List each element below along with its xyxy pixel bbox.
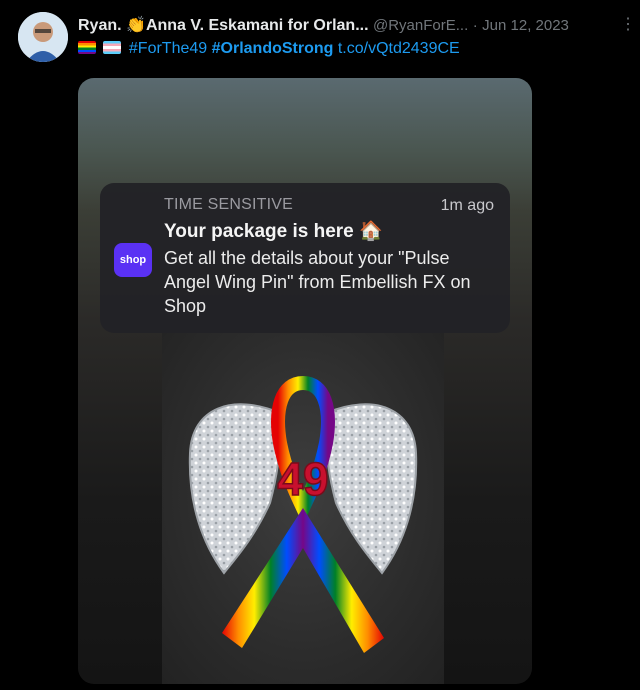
angel-wing-pin-image: 49 (188, 375, 418, 653)
tweet-date[interactable]: Jun 12, 2023 (482, 17, 569, 34)
notification-label: TIME SENSITIVE (164, 196, 294, 213)
author-handle[interactable]: @RyanForE... (373, 17, 468, 34)
more-icon[interactable]: ⋮ (620, 14, 636, 34)
notification-body: Get all the details about your "Pulse An… (164, 248, 471, 316)
notification-time: 1m ago (440, 197, 494, 214)
rainbow-flag-icon (78, 41, 96, 54)
pin-photo: 49 (162, 333, 444, 684)
author-name[interactable]: Ryan. 👏Anna V. Eskamani for Orlan... (78, 17, 369, 34)
tweet-text: #ForThe49 #OrlandoStrong t.co/vQtd2439CE (78, 40, 460, 58)
pin-number: 49 (277, 453, 328, 505)
tweet-link[interactable]: t.co/vQtd2439CE (338, 40, 460, 57)
notification-card: shop TIME SENSITIVE 1m ago Your package … (100, 183, 510, 333)
hashtag-forthe49[interactable]: #ForThe49 (129, 40, 207, 57)
hashtag-orlandostrong[interactable]: #OrlandoStrong (212, 40, 334, 57)
shop-app-icon: shop (114, 243, 152, 277)
avatar[interactable] (18, 12, 68, 62)
notification-title: Your package is here 🏠 (164, 221, 383, 242)
tweet-media-image[interactable]: shop TIME SENSITIVE 1m ago Your package … (78, 78, 532, 684)
separator: · (472, 17, 478, 34)
tweet-header: Ryan. 👏Anna V. Eskamani for Orlan... @Ry… (78, 15, 640, 39)
transgender-flag-icon (103, 41, 122, 54)
